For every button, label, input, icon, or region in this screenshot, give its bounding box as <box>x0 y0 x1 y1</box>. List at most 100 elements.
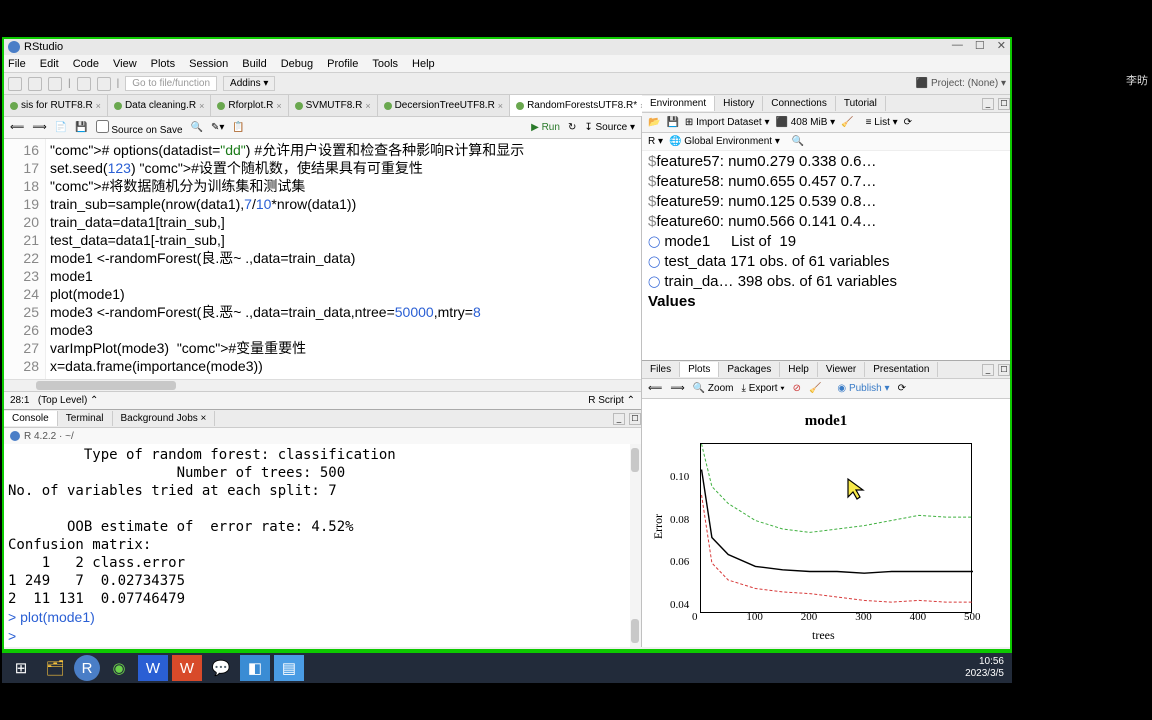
app-icon-2[interactable]: ◧ <box>240 655 270 681</box>
menu-view[interactable]: View <box>113 58 137 70</box>
env-row[interactable]: $ feature60: num 0.566 0.141 0.4… <box>642 212 1010 232</box>
tab-console[interactable]: Console <box>4 411 58 426</box>
tab-help[interactable]: Help <box>780 362 818 377</box>
wps-icon[interactable]: W <box>172 655 202 681</box>
menu-edit[interactable]: Edit <box>40 58 59 70</box>
env-row[interactable]: $ feature57: num 0.279 0.338 0.6… <box>642 152 1010 172</box>
menu-file[interactable]: File <box>8 58 26 70</box>
tab-presentation[interactable]: Presentation <box>865 362 938 377</box>
env-row[interactable]: $ feature58: num 0.655 0.457 0.7… <box>642 172 1010 192</box>
tab-environment[interactable]: Environment <box>642 96 715 111</box>
tab-history[interactable]: History <box>715 96 763 111</box>
fwd-icon[interactable]: ⟹ <box>32 122 46 133</box>
tab-bgjobs[interactable]: Background Jobs × <box>113 411 216 426</box>
publish-button[interactable]: ◉ Publish ▾ <box>837 383 889 394</box>
source-on-save-checkbox[interactable]: Source on Save <box>96 120 183 136</box>
explorer-icon[interactable]: 🗂 <box>40 655 70 681</box>
menu-session[interactable]: Session <box>189 58 228 70</box>
remove-plot-icon[interactable]: ⊘ <box>793 383 801 394</box>
source-button[interactable]: ↧ Source ▾ <box>584 122 635 133</box>
tab-packages[interactable]: Packages <box>719 362 780 377</box>
source-tab[interactable]: Rforplot.R× <box>211 95 288 116</box>
back-icon[interactable]: ⟸ <box>10 122 24 133</box>
tab-plots[interactable]: Plots <box>680 362 719 377</box>
rerun-icon[interactable]: ↻ <box>568 122 576 133</box>
close-button[interactable]: ✕ <box>997 39 1006 52</box>
source-tab[interactable]: Data cleaning.R× <box>108 95 211 116</box>
find-icon[interactable]: 🔍 <box>191 122 203 133</box>
project-menu[interactable]: ⬛ Project: (None) ▾ <box>916 78 1006 89</box>
report-icon[interactable]: 📋 <box>232 122 244 133</box>
env-row[interactable]: $ feature59: num 0.125 0.539 0.8… <box>642 192 1010 212</box>
pane-min-icon[interactable]: _ <box>982 364 994 376</box>
open-file-icon[interactable] <box>48 77 62 91</box>
tab-connections[interactable]: Connections <box>763 96 836 111</box>
export-button[interactable]: ⤓ Export ▾ <box>741 383 784 394</box>
editor-statusbar: 28:1 (Top Level) ⌃ R Script ⌃ <box>4 391 641 409</box>
wechat-icon[interactable]: 💬 <box>206 655 236 681</box>
menu-tools[interactable]: Tools <box>372 58 398 70</box>
new-file-icon[interactable] <box>8 77 22 91</box>
save-icon[interactable]: 💾 <box>75 122 87 133</box>
console-output[interactable]: Type of random forest: classification Nu… <box>4 444 641 647</box>
taskbar-clock[interactable]: 10:562023/3/5 <box>965 656 1008 680</box>
search-icon[interactable]: 🔍 <box>792 136 804 147</box>
env-data-list[interactable]: $ feature57: num 0.279 0.338 0.6… $ feat… <box>642 151 1010 360</box>
app-icon-3[interactable]: ▤ <box>274 655 304 681</box>
save-all-icon[interactable] <box>97 77 111 91</box>
clear-icon[interactable]: 🧹 <box>841 117 853 128</box>
env-row[interactable]: ◯test_data 171 obs. of 61 variables <box>642 252 1010 272</box>
start-button[interactable]: ⊞ <box>6 655 36 681</box>
pane-min-icon[interactable]: _ <box>613 413 625 425</box>
word-icon[interactable]: W <box>138 655 168 681</box>
tab-terminal[interactable]: Terminal <box>58 411 113 426</box>
save-icon[interactable] <box>77 77 91 91</box>
goto-file-input[interactable]: Go to file/function <box>125 76 217 91</box>
maximize-button[interactable]: ☐ <box>975 39 985 52</box>
menu-debug[interactable]: Debug <box>281 58 313 70</box>
pane-max-icon[interactable]: ☐ <box>998 98 1010 110</box>
next-plot-icon[interactable]: ⟹ <box>670 383 684 394</box>
tab-viewer[interactable]: Viewer <box>818 362 865 377</box>
minimize-button[interactable]: — <box>952 39 963 52</box>
pane-min-icon[interactable]: _ <box>982 98 994 110</box>
clear-plots-icon[interactable]: 🧹 <box>809 383 821 394</box>
run-button[interactable]: ▶ Run <box>531 122 560 133</box>
rstudio-task-icon[interactable]: R <box>74 655 100 681</box>
scope-dropdown[interactable]: 🌐 Global Environment ▾ <box>669 136 780 147</box>
menu-plots[interactable]: Plots <box>151 58 175 70</box>
env-row[interactable]: ◯train_da… 398 obs. of 61 variables <box>642 272 1010 292</box>
prev-plot-icon[interactable]: ⟸ <box>648 383 662 394</box>
refresh-plot-icon[interactable]: ⟳ <box>898 383 906 394</box>
wand-icon[interactable]: ✎▾ <box>211 122 224 133</box>
plot-area: mode1 Error trees 0100200300400500 0.040… <box>642 399 1010 647</box>
memory-indicator[interactable]: ⬛ 408 MiB ▾ <box>775 117 835 128</box>
import-dataset-button[interactable]: ⊞ Import Dataset ▾ <box>685 117 770 128</box>
source-tab[interactable]: DecersionTreeUTF8.R× <box>378 95 510 116</box>
source-tab[interactable]: RandomForestsUTF8.R*× <box>510 95 652 116</box>
menu-build[interactable]: Build <box>242 58 266 70</box>
pane-max-icon[interactable]: ☐ <box>998 364 1010 376</box>
zoom-button[interactable]: 🔍 Zoom <box>693 383 734 394</box>
show-doc-icon[interactable]: 📄 <box>55 122 67 133</box>
pane-max-icon[interactable]: ☐ <box>629 413 641 425</box>
menu-code[interactable]: Code <box>73 58 99 70</box>
tab-files[interactable]: Files <box>642 362 680 377</box>
new-project-icon[interactable] <box>28 77 42 91</box>
console-vscrollbar[interactable] <box>630 444 641 647</box>
refresh-icon[interactable]: ⟳ <box>904 117 912 128</box>
env-row[interactable]: ◯mode1 List of 19 <box>642 232 1010 252</box>
save-ws-icon[interactable]: 💾 <box>666 117 678 128</box>
editor-hscrollbar[interactable] <box>4 379 641 391</box>
tab-tutorial[interactable]: Tutorial <box>836 96 886 111</box>
source-tab[interactable]: SVMUTF8.R× <box>289 95 378 116</box>
load-ws-icon[interactable]: 📂 <box>648 117 660 128</box>
source-tab[interactable]: sis for RUTF8.R× <box>4 95 108 116</box>
menu-profile[interactable]: Profile <box>327 58 358 70</box>
addins-dropdown[interactable]: Addins ▾ <box>223 76 275 91</box>
console-path: R 4.2.2 · ~/ <box>4 428 641 444</box>
code-editor[interactable]: 16 17 18 19 20 21 22 23 24 25 26 27 28 2… <box>4 139 641 379</box>
menu-help[interactable]: Help <box>412 58 435 70</box>
list-view-dropdown[interactable]: ≡ List ▾ <box>866 117 898 128</box>
app-icon-1[interactable]: ◉ <box>104 655 134 681</box>
